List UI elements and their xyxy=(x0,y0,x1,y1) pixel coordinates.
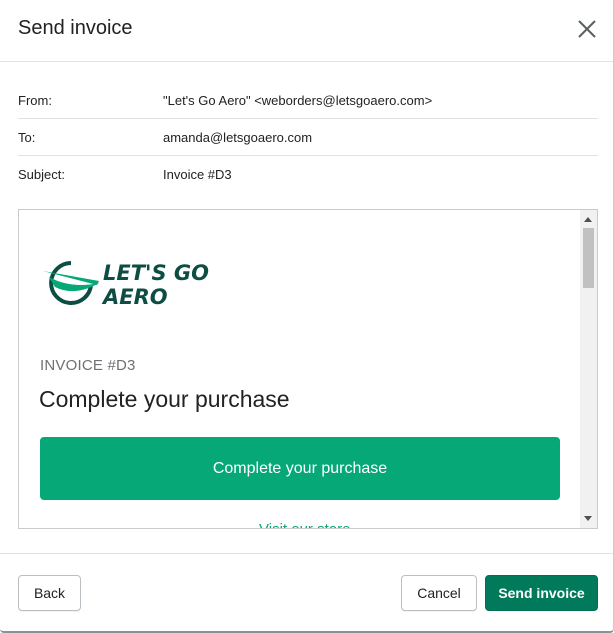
dialog-header: Send invoice xyxy=(0,0,613,62)
scroll-thumb[interactable] xyxy=(583,228,594,288)
dialog-title: Send invoice xyxy=(18,17,133,39)
to-label: To: xyxy=(18,130,36,145)
send-invoice-dialog: Send invoice From: "Let's Go Aero" <webo… xyxy=(0,0,614,633)
scroll-up-arrow-icon[interactable] xyxy=(584,217,592,222)
complete-purchase-button[interactable]: Complete your purchase xyxy=(40,437,560,500)
subject-row: Subject: Invoice #D3 xyxy=(18,156,598,193)
to-value: amanda@letsgoaero.com xyxy=(163,130,313,145)
from-row: From: "Let's Go Aero" <weborders@letsgoa… xyxy=(18,82,598,119)
send-invoice-button[interactable]: Send invoice xyxy=(485,575,598,611)
preview-scrollbar[interactable] xyxy=(580,210,597,528)
logo-line-1: LET'S GO xyxy=(103,261,209,285)
back-button[interactable]: Back xyxy=(18,575,81,611)
close-icon xyxy=(578,20,596,38)
close-button[interactable] xyxy=(572,14,602,44)
subject-value: Invoice #D3 xyxy=(163,167,232,182)
brand-logo: LET'S GO AERO xyxy=(43,261,209,309)
swoosh-logo-icon xyxy=(43,261,99,305)
visit-store-link[interactable]: Visit our store xyxy=(259,521,350,528)
cancel-button[interactable]: Cancel xyxy=(401,575,477,611)
to-row: To: amanda@letsgoaero.com xyxy=(18,119,598,156)
invoice-number-label: INVOICE #D3 xyxy=(40,357,136,374)
logo-line-2: AERO xyxy=(101,285,168,309)
subject-label: Subject: xyxy=(18,167,65,182)
dialog-footer: Back Cancel Send invoice xyxy=(0,553,613,631)
email-preview[interactable]: LET'S GO AERO INVOICE #D3 Complete your … xyxy=(18,209,598,529)
from-value: "Let's Go Aero" <weborders@letsgoaero.co… xyxy=(163,93,433,108)
email-heading: Complete your purchase xyxy=(39,386,290,412)
scroll-down-arrow-icon[interactable] xyxy=(584,516,592,521)
from-label: From: xyxy=(18,93,52,108)
